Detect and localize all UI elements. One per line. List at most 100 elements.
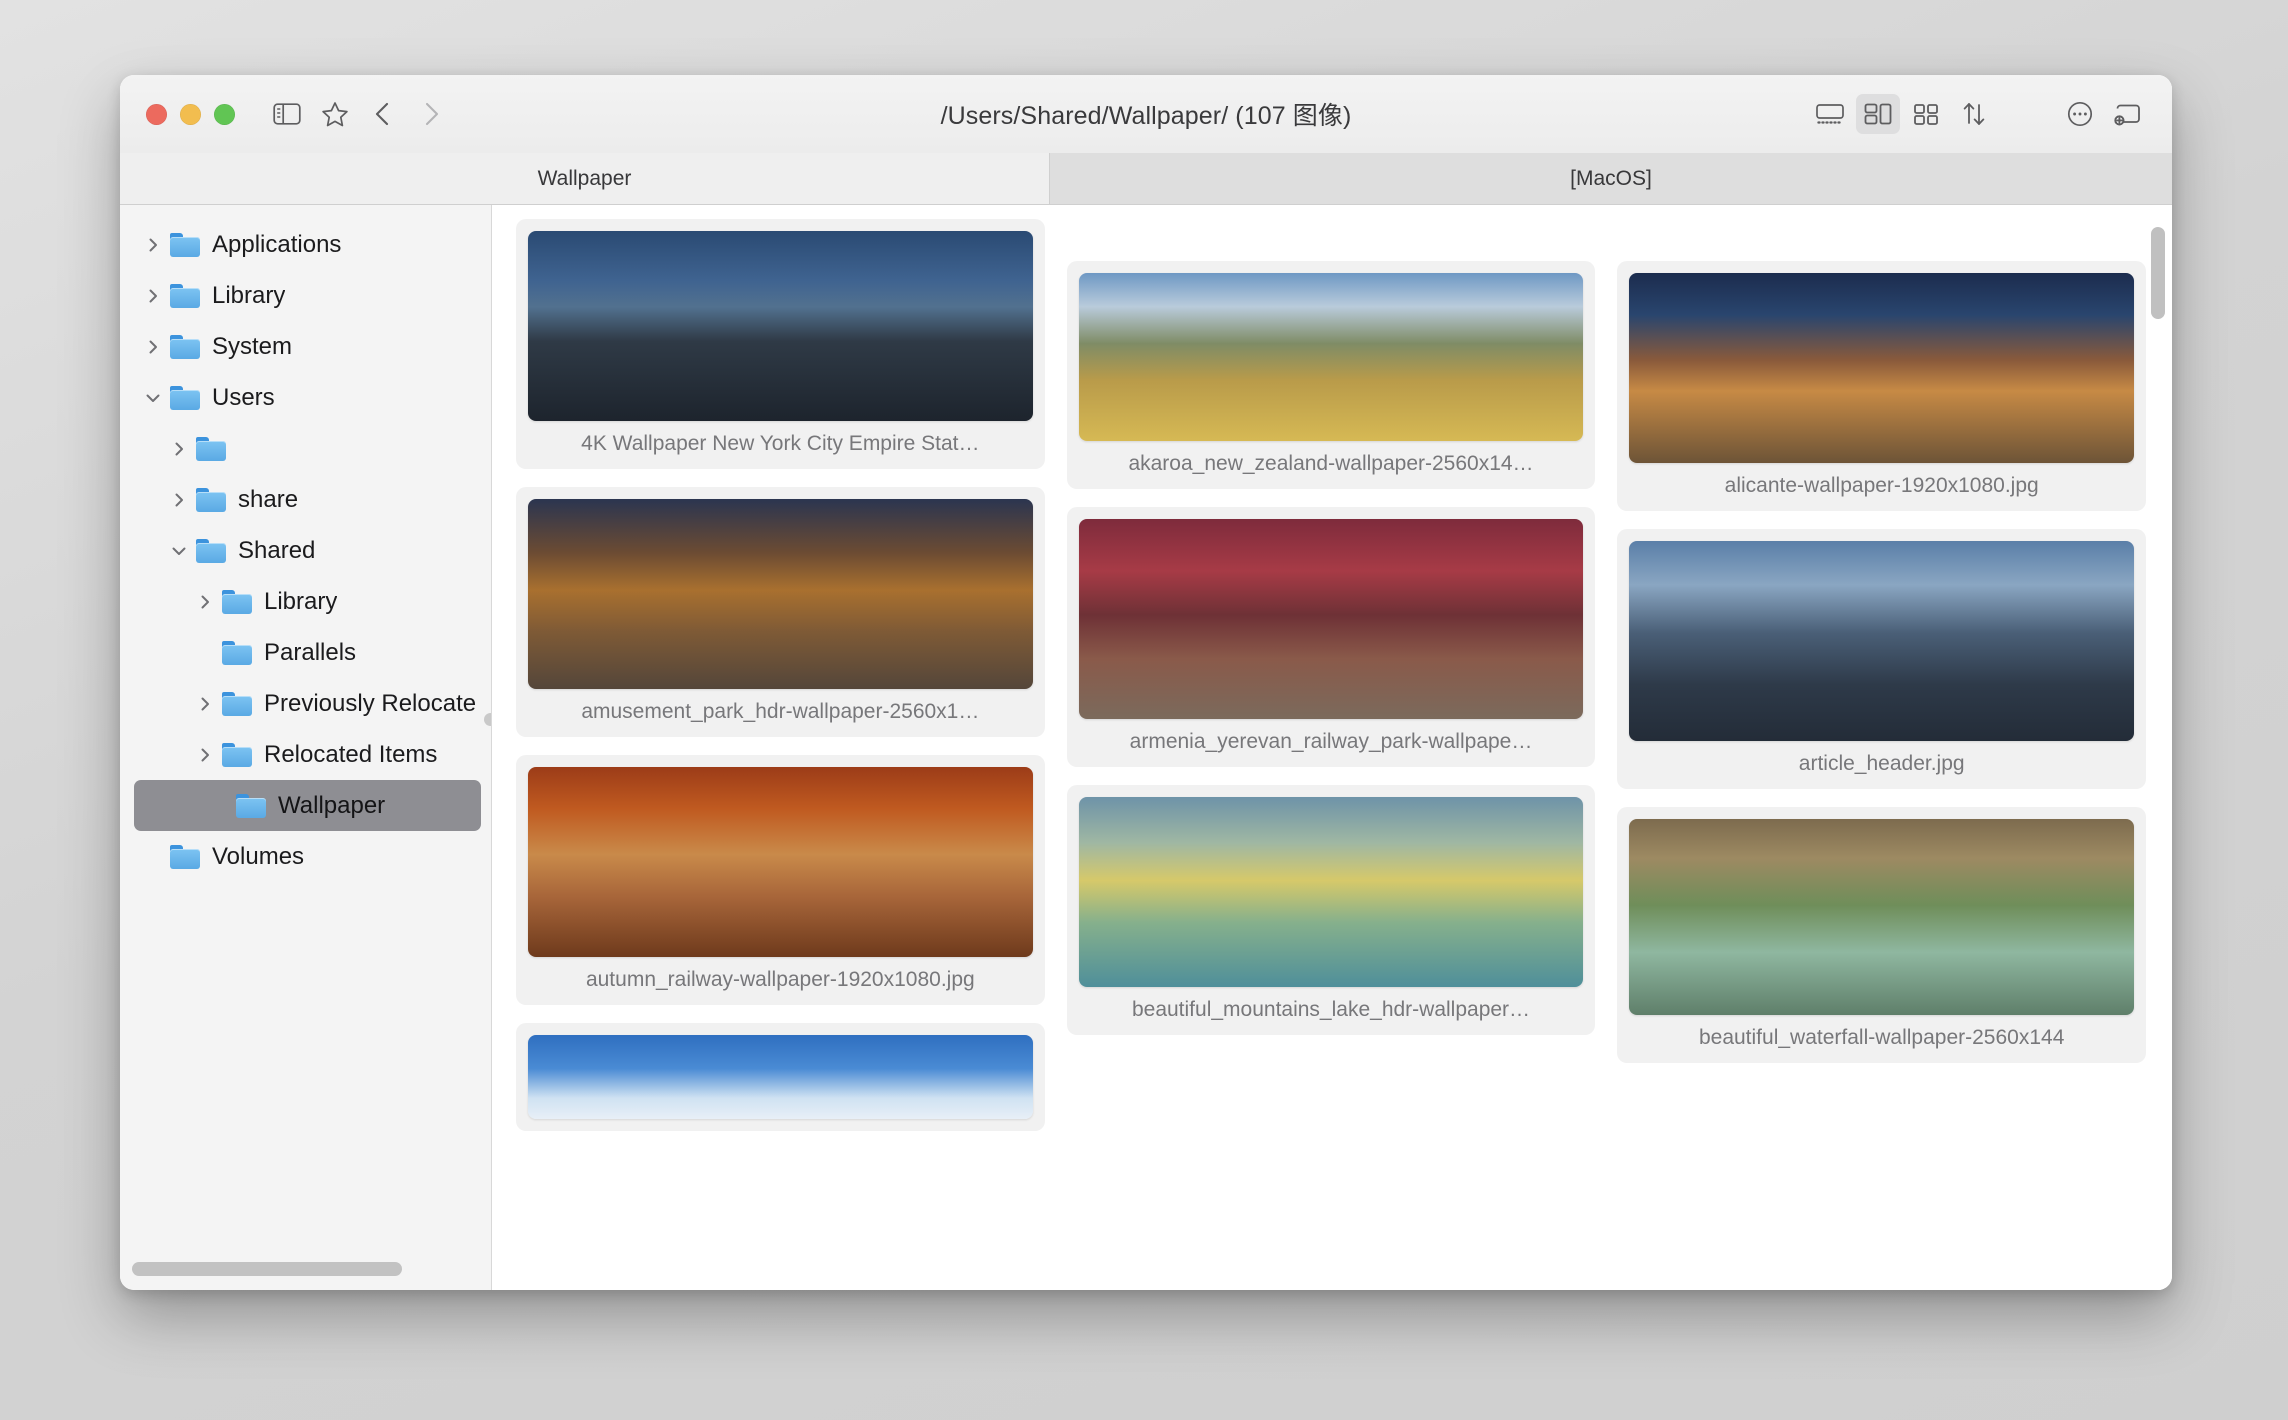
add-window-icon[interactable] xyxy=(2106,94,2150,134)
sidebar-item-label: share xyxy=(238,486,298,514)
sidebar-item-library[interactable]: Library xyxy=(120,270,491,321)
folder-icon xyxy=(196,437,226,461)
file-name-label: alicante-wallpaper-1920x1080.jpg xyxy=(1721,463,2043,511)
preview-view-icon[interactable] xyxy=(1856,94,1900,134)
file-name-label: autumn_railway-wallpaper-1920x1080.jpg xyxy=(582,957,979,1005)
sidebar-item-applications[interactable]: Applications xyxy=(120,219,491,270)
sidebar-item-label: System xyxy=(212,333,292,361)
sidebar-item-share[interactable]: share xyxy=(120,474,491,525)
file-thumbnail[interactable] xyxy=(1629,819,2134,1015)
chevron-right-icon[interactable] xyxy=(136,236,170,254)
folder-icon xyxy=(222,692,252,716)
file-name-label: akaroa_new_zealand-wallpaper-2560x14… xyxy=(1124,441,1537,489)
file-name-label: article_header.jpg xyxy=(1795,741,1969,789)
file-item[interactable]: akaroa_new_zealand-wallpaper-2560x14… xyxy=(1067,261,1596,489)
chevron-right-icon[interactable] xyxy=(188,746,222,764)
content-vertical-scrollbar[interactable] xyxy=(2151,227,2165,319)
file-item[interactable] xyxy=(516,1023,1045,1131)
zoom-button[interactable] xyxy=(214,104,235,125)
file-item[interactable]: beautiful_waterfall-wallpaper-2560x144 xyxy=(1617,807,2146,1063)
file-thumbnail[interactable] xyxy=(1079,797,1584,987)
chevron-right-icon[interactable] xyxy=(409,94,453,134)
sidebar: Applications Library System Users share Share… xyxy=(120,205,492,1290)
finder-window: /Users/Shared/Wallpaper/ (107 图像) xyxy=(120,75,2172,1290)
sidebar-item-relocated-items[interactable]: Relocated Items xyxy=(120,729,491,780)
file-grid: 4K Wallpaper New York City Empire Stat…a… xyxy=(516,219,2146,1131)
sidebar-item-label: Library xyxy=(264,588,337,616)
folder-icon xyxy=(222,743,252,767)
sidebar-item-label: Library xyxy=(212,282,285,310)
file-thumbnail[interactable] xyxy=(528,499,1033,689)
traffic-light-buttons xyxy=(146,104,235,125)
sidebar-item-label: Previously Relocate xyxy=(264,690,476,718)
sidebar-item-volumes[interactable]: Volumes xyxy=(120,831,491,882)
sidebar-item-label: Shared xyxy=(238,537,315,565)
file-item[interactable]: amusement_park_hdr-wallpaper-2560x1… xyxy=(516,487,1045,737)
chevron-down-icon[interactable] xyxy=(162,542,196,560)
chevron-right-icon[interactable] xyxy=(162,440,196,458)
file-thumbnail[interactable] xyxy=(1629,273,2134,463)
tab-bar: Wallpaper [MacOS] xyxy=(120,153,2172,205)
sidebar-item-previously-relocate[interactable]: Previously Relocate xyxy=(120,678,491,729)
minimize-button[interactable] xyxy=(180,104,201,125)
sidebar-item-parallels[interactable]: Parallels xyxy=(120,627,491,678)
tab-label: Wallpaper xyxy=(538,167,632,191)
file-item[interactable]: alicante-wallpaper-1920x1080.jpg xyxy=(1617,261,2146,511)
sidebar-item-shared[interactable]: Shared xyxy=(120,525,491,576)
sidebar-scrollbar-thumb[interactable] xyxy=(132,1262,402,1276)
sidebar-icon[interactable] xyxy=(265,94,309,134)
sidebar-item-system[interactable]: System xyxy=(120,321,491,372)
content-bottom-fade xyxy=(492,1274,2172,1290)
window-titlebar: /Users/Shared/Wallpaper/ (107 图像) xyxy=(120,75,2172,153)
sidebar-item-wallpaper[interactable]: Wallpaper xyxy=(134,780,481,831)
close-button[interactable] xyxy=(146,104,167,125)
filmstrip-view-icon[interactable] xyxy=(1808,94,1852,134)
chevron-right-icon[interactable] xyxy=(162,491,196,509)
folder-icon xyxy=(170,845,200,869)
file-grid-column: akaroa_new_zealand-wallpaper-2560x14…arm… xyxy=(1067,261,1596,1131)
folder-tree: Applications Library System Users share Share… xyxy=(120,205,491,1256)
file-thumbnail[interactable] xyxy=(1079,519,1584,719)
sort-arrows-icon[interactable] xyxy=(1952,94,1996,134)
tab-wallpaper[interactable]: Wallpaper xyxy=(120,153,1050,204)
window-body: Applications Library System Users share Share… xyxy=(120,205,2172,1290)
folder-icon xyxy=(170,335,200,359)
sidebar-item-unnamed-4[interactable] xyxy=(120,423,491,474)
sidebar-resize-handle[interactable] xyxy=(484,713,492,726)
sidebar-item-users[interactable]: Users xyxy=(120,372,491,423)
chevron-right-icon[interactable] xyxy=(188,695,222,713)
file-thumbnail[interactable] xyxy=(1629,541,2134,741)
ellipsis-circle-icon[interactable] xyxy=(2058,94,2102,134)
sidebar-item-label: Volumes xyxy=(212,843,304,871)
star-icon[interactable] xyxy=(313,94,357,134)
file-item[interactable]: armenia_yerevan_railway_park-wallpape… xyxy=(1067,507,1596,767)
chevron-down-icon[interactable] xyxy=(136,389,170,407)
folder-icon xyxy=(170,284,200,308)
toolbar-right-group xyxy=(1808,94,2150,134)
chevron-right-icon[interactable] xyxy=(188,593,222,611)
file-name-label: armenia_yerevan_railway_park-wallpape… xyxy=(1126,719,1537,767)
grid-view-icon[interactable] xyxy=(1904,94,1948,134)
file-thumbnail[interactable] xyxy=(1079,273,1584,441)
sidebar-horizontal-scrollbar[interactable] xyxy=(120,1256,491,1290)
sidebar-item-label: Wallpaper xyxy=(278,792,385,820)
chevron-right-icon[interactable] xyxy=(136,338,170,356)
file-item[interactable]: autumn_railway-wallpaper-1920x1080.jpg xyxy=(516,755,1045,1005)
tab-macos[interactable]: [MacOS] xyxy=(1050,153,2172,204)
folder-icon xyxy=(236,794,266,818)
file-grid-area[interactable]: 4K Wallpaper New York City Empire Stat…a… xyxy=(492,205,2172,1290)
folder-icon xyxy=(170,233,200,257)
file-name-label: amusement_park_hdr-wallpaper-2560x1… xyxy=(577,689,983,737)
file-item[interactable]: article_header.jpg xyxy=(1617,529,2146,789)
file-item[interactable]: 4K Wallpaper New York City Empire Stat… xyxy=(516,219,1045,469)
file-thumbnail[interactable] xyxy=(528,1035,1033,1119)
toolbar-left-group xyxy=(265,94,453,134)
file-item[interactable]: beautiful_mountains_lake_hdr-wallpaper… xyxy=(1067,785,1596,1035)
chevron-right-icon[interactable] xyxy=(136,287,170,305)
sidebar-item-library[interactable]: Library xyxy=(120,576,491,627)
folder-icon xyxy=(222,590,252,614)
desktop-background: /Users/Shared/Wallpaper/ (107 图像) xyxy=(0,0,2288,1420)
chevron-left-icon[interactable] xyxy=(361,94,405,134)
file-thumbnail[interactable] xyxy=(528,231,1033,421)
file-thumbnail[interactable] xyxy=(528,767,1033,957)
